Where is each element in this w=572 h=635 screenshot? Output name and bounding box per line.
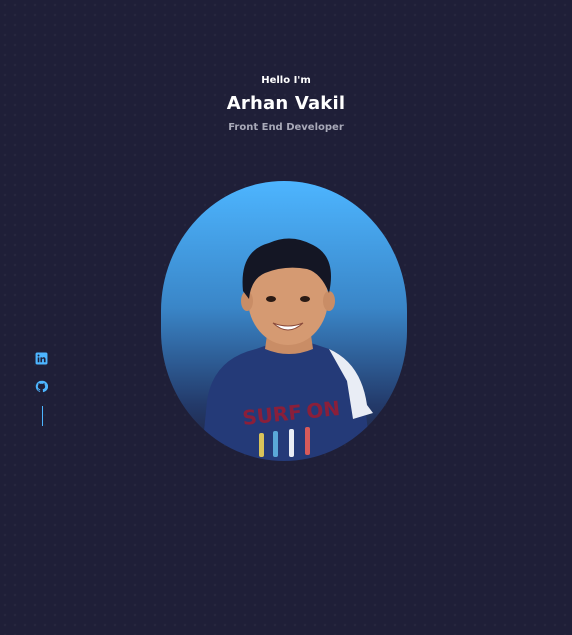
svg-text:ON: ON — [305, 396, 341, 423]
github-icon — [35, 380, 49, 393]
linkedin-link[interactable] — [35, 350, 49, 365]
profile-portrait: SURF ON — [161, 181, 407, 461]
linkedin-icon — [35, 352, 48, 365]
profile-photo: SURF ON — [201, 238, 373, 461]
developer-role: Front End Developer — [228, 122, 344, 133]
social-links — [35, 350, 49, 426]
developer-name: Arhan Vakil — [226, 93, 346, 114]
social-divider-line — [42, 406, 43, 426]
greeting-text: Hello I'm — [261, 75, 311, 86]
github-link[interactable] — [35, 378, 49, 393]
